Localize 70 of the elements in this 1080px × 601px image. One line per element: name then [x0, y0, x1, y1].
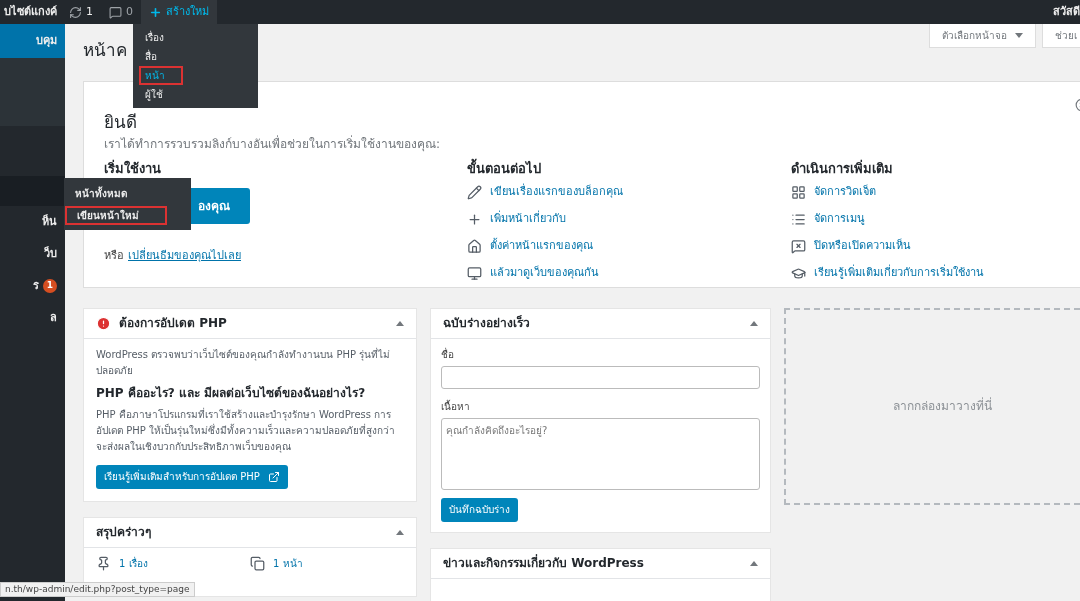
welcome-link[interactable]: เขียนเรื่องแรกของบล็อกคุณ	[490, 183, 623, 201]
box-title: สรุปคร่าวๆ	[96, 524, 151, 541]
greeting[interactable]: สวัสดี	[1053, 3, 1080, 21]
sidebar-item[interactable]: ว็บ	[0, 238, 65, 270]
dropdown-item[interactable]: เรื่อง	[139, 30, 170, 45]
comments-count[interactable]: 0	[126, 3, 133, 21]
plus-icon	[149, 5, 162, 19]
dropdown-item[interactable]: สื่อ	[139, 49, 163, 64]
sidebar-item[interactable]: บคุม	[0, 24, 65, 58]
pin-icon	[96, 555, 111, 571]
drop-zone-text: ลากกล่องมาวางที่นี่	[892, 397, 992, 415]
change-theme-link[interactable]: เปลี่ยนธีมของคุณไปเลย	[128, 247, 241, 264]
php-question: PHP คืออะไร? และ มีผลต่อเว็บไซต์ของฉันอย่างไร?	[96, 384, 367, 401]
welcome-link[interactable]: แล้วมาดูเว็บของคุณกัน	[490, 264, 599, 282]
welcome-link[interactable]: ตั้งค่าหน้าแรกของคุณ	[490, 237, 593, 255]
monitor-icon	[467, 265, 482, 281]
comment-icon	[791, 238, 806, 254]
box-title: ฉบับร่างอย่างเร็ว	[443, 314, 530, 332]
pencil-icon	[467, 184, 482, 200]
sidebar-item[interactable]: ล	[0, 302, 65, 334]
content-input-field[interactable]: คุณกำลังคิดถึงอะไรอยู่?	[441, 417, 760, 490]
submenu-item[interactable]: หน้าทั้งหมด	[65, 185, 137, 201]
welcome-link[interactable]: ปิดหรือเปิดความเห็น	[814, 237, 911, 255]
glance-link[interactable]: 1 เรื่อง	[119, 555, 148, 571]
box-title: ต้องการอัปเดต PHP	[119, 315, 227, 332]
screen-tab-button[interactable]: ช่วยเ	[1042, 24, 1080, 48]
plus-icon	[467, 211, 482, 227]
page-title: หน้าค	[83, 39, 127, 62]
welcome-link[interactable]: เรียนรู้เพิ่มเติมเกี่ยวกับการเริ่มใช้งาน	[814, 264, 984, 282]
collapse-caret-icon[interactable]	[750, 560, 758, 566]
save-draft-button[interactable]: บันทึกฉบับร่าง	[441, 497, 518, 522]
list-icon	[791, 211, 806, 227]
title-input-field[interactable]	[441, 365, 760, 389]
or-text: หรือ	[104, 247, 124, 264]
dropdown-item[interactable]: หน้า	[139, 66, 183, 85]
welcome-link[interactable]: เพิ่มหน้าเกี่ยวกับ	[490, 210, 566, 228]
collapse-caret-icon[interactable]	[396, 529, 404, 535]
pages-icon	[250, 555, 265, 571]
column-heading: เริ่มใช้งาน	[104, 159, 161, 178]
sidebar-item[interactable]: ร 1	[0, 270, 65, 302]
dropdown-item[interactable]: ผู้ใช้	[139, 87, 169, 102]
php-body-text: PHP คือภาษาโปรแกรมที่เราใช้สร้างและบำรุงรักษา WordPress การอัปเดต PHP ให้เป็นรุ่นใหม่ซึ่งมีทั้งความเร็วและความปลอดภัยที่สูงกว่า จะส่งผลในเชิงบวกกับประสิทธิภาพเว็บของคุณ	[96, 406, 396, 455]
sidebar-item[interactable]: ห็น	[0, 206, 65, 238]
welcome-title: ยินดี	[104, 110, 137, 134]
site-name[interactable]: บไซต์แกงค์	[0, 3, 61, 21]
glance-link[interactable]: 1 หน้า	[273, 555, 303, 571]
welcome-subtitle: เราได้ทำการรวบรวมลิงก์บางอันเพื่อช่วยในการเริ่มใช้งานของคุณ:	[104, 135, 442, 153]
comments-icon[interactable]	[109, 5, 122, 19]
php-intro-text: WordPress ตรวจพบว่าเว็บไซต์ของคุณกำลังทำงานบน PHP รุ่นที่ไม่ปลอดภัย	[96, 346, 392, 378]
title-label: ชื่อ	[441, 346, 455, 362]
house-icon	[467, 238, 482, 254]
graduation-cap-icon	[791, 265, 806, 281]
collapse-caret-icon[interactable]	[396, 320, 404, 326]
collapse-caret-icon[interactable]	[750, 320, 758, 326]
updates-count[interactable]: 1	[86, 3, 93, 21]
column-heading: ขั้นตอนต่อไป	[467, 159, 791, 179]
screen-tab-button[interactable]: ตัวเลือกหน้าจอ	[929, 24, 1036, 48]
column-heading: ดำเนินการเพิ่มเติม	[791, 159, 894, 178]
learn-php-button[interactable]: เรียนรู้เพิ่มเติมสำหรับการอัปเดต PHP	[96, 464, 288, 489]
updates-icon[interactable]	[69, 5, 82, 19]
alert-icon	[96, 315, 111, 331]
external-link-icon	[267, 470, 280, 483]
grid-icon	[791, 184, 806, 200]
new-menu-button[interactable]: สร้างใหม่	[141, 0, 217, 24]
submenu-item[interactable]: เขียนหน้าใหม่	[65, 205, 167, 225]
content-label: เนื้อหา	[441, 398, 471, 414]
welcome-link[interactable]: จัดการวิดเจ็ต	[814, 183, 876, 201]
welcome-link[interactable]: จัดการเมนู	[814, 210, 865, 228]
count-badge: 1	[43, 279, 57, 293]
box-title: ข่าวและกิจกรรมเกี่ยวกับ WordPress	[443, 554, 644, 572]
